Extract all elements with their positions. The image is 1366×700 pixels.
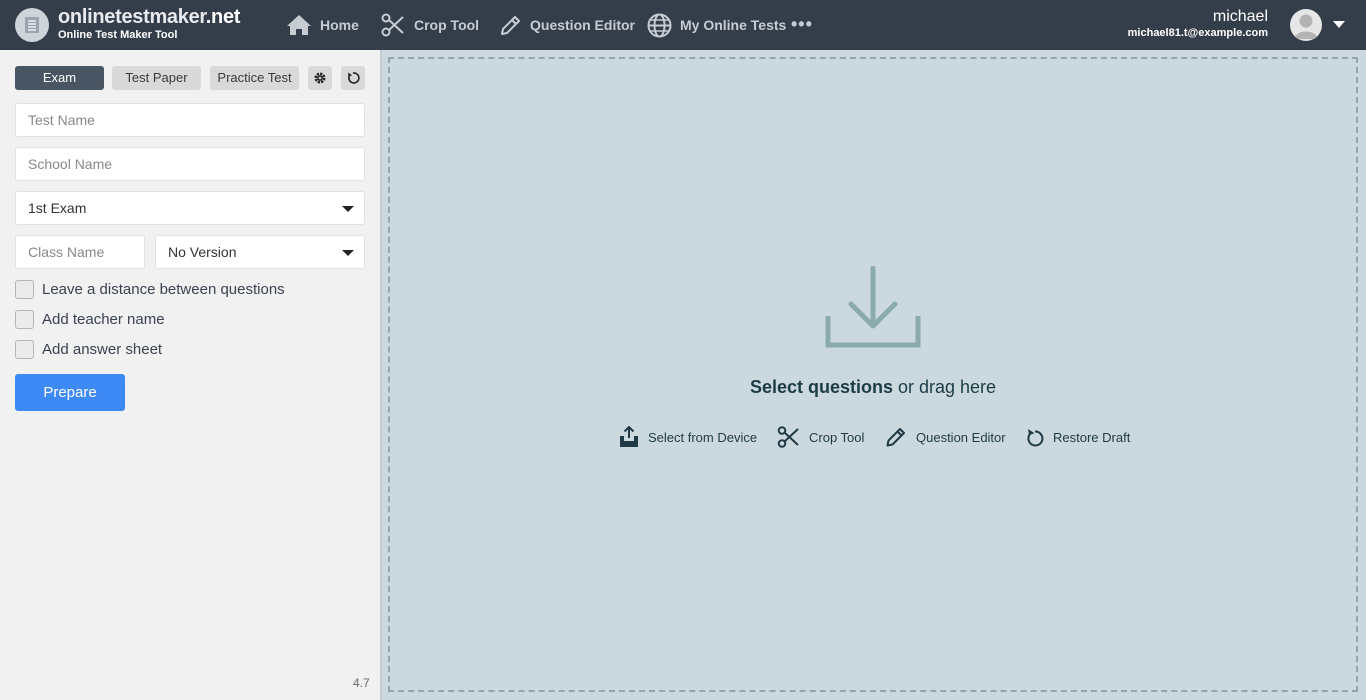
prepare-button[interactable]: Prepare: [15, 374, 125, 411]
checkbox[interactable]: [15, 279, 34, 299]
select-from-device-action[interactable]: Select from Device: [619, 426, 757, 448]
scissors-icon: [777, 426, 799, 448]
version-select[interactable]: No Version: [155, 235, 365, 269]
nav-question-editor[interactable]: Question Editor: [499, 10, 635, 40]
checkbox-label: Add teacher name: [42, 310, 165, 328]
nav-home-label: Home: [320, 17, 359, 33]
exam-select-value: 1st Exam: [28, 200, 87, 216]
brand-name: onlinetestmaker.net: [58, 6, 241, 28]
user-menu-caret-icon[interactable]: [1333, 21, 1345, 28]
restore-draft-label: Restore Draft: [1053, 429, 1131, 445]
top-navbar: onlinetestmaker.net Online Test Maker To…: [0, 0, 1366, 50]
nav-crop-tool[interactable]: Crop Tool: [381, 10, 479, 40]
brand-logo[interactable]: onlinetestmaker.net Online Test Maker To…: [58, 6, 240, 41]
chevron-down-icon: [342, 250, 354, 256]
app-version: 4.7: [353, 676, 370, 690]
question-editor-action[interactable]: Question Editor: [885, 426, 1006, 448]
test-name-input[interactable]: [28, 112, 352, 128]
crop-tool-action[interactable]: Crop Tool: [777, 426, 864, 448]
checkbox-teacher-name[interactable]: Add teacher name: [15, 309, 165, 329]
pencil-icon: [501, 15, 520, 35]
checkbox-label: Add answer sheet: [42, 340, 163, 358]
checkbox-label: Leave a distance between questions: [42, 280, 285, 298]
sidebar: Exam Test Paper Practice Test 1st Exam N…: [0, 50, 380, 700]
school-name-input[interactable]: [28, 156, 352, 172]
pencil-icon: [886, 428, 905, 447]
dropzone-title-rest: or drag here: [892, 377, 997, 397]
select-from-device-label: Select from Device: [648, 429, 758, 445]
logo-icon[interactable]: [15, 8, 49, 42]
mode-practice-test-button[interactable]: Practice Test: [210, 66, 299, 90]
mode-test-paper-button[interactable]: Test Paper: [112, 66, 201, 90]
crop-tool-label: Crop Tool: [809, 429, 865, 445]
test-name-field[interactable]: [15, 103, 365, 137]
question-editor-label: Question Editor: [916, 429, 1006, 445]
question-dropzone[interactable]: [388, 57, 1358, 692]
nav-home[interactable]: Home: [286, 10, 359, 40]
user-name: michael: [1212, 8, 1268, 25]
brand-tagline: Online Test Maker Tool: [58, 29, 178, 41]
mode-exam-button[interactable]: Exam: [15, 66, 104, 90]
globe-icon: [647, 13, 672, 37]
restore-draft-action[interactable]: Restore Draft: [1026, 426, 1130, 448]
scissors-icon: [381, 13, 404, 37]
checkbox-answer-sheet[interactable]: Add answer sheet: [15, 339, 162, 359]
dropzone-title: Select questions or drag here: [388, 377, 1358, 398]
nav-my-online-tests[interactable]: My Online Tests: [647, 10, 786, 40]
version-select-value: No Version: [168, 244, 237, 260]
more-menu-icon[interactable]: •••: [791, 14, 813, 35]
nav-my-online-tests-label: My Online Tests: [680, 17, 787, 33]
upload-tray-icon: [620, 426, 638, 447]
class-name-input[interactable]: [28, 244, 132, 260]
user-avatar-icon: [1294, 14, 1318, 39]
nav-crop-tool-label: Crop Tool: [414, 17, 480, 33]
checkbox[interactable]: [15, 309, 34, 329]
checkbox-leave-distance[interactable]: Leave a distance between questions: [15, 279, 285, 299]
user-email: michael81.t@example.com: [1127, 27, 1268, 39]
exam-select[interactable]: 1st Exam: [15, 191, 365, 225]
gear-icon: [314, 72, 326, 84]
home-icon: [287, 15, 311, 35]
avatar[interactable]: [1290, 9, 1322, 41]
reset-button[interactable]: [341, 66, 365, 90]
settings-button[interactable]: [308, 66, 332, 90]
school-name-field[interactable]: [15, 147, 365, 181]
chevron-down-icon: [342, 206, 354, 212]
refresh-icon: [348, 72, 360, 84]
dropzone-title-bold: Select questions: [749, 377, 893, 397]
restore-icon: [1027, 429, 1044, 447]
download-tray-icon: [825, 266, 921, 348]
nav-question-editor-label: Question Editor: [530, 17, 635, 33]
checkbox[interactable]: [15, 339, 34, 359]
class-name-field[interactable]: [15, 235, 145, 269]
